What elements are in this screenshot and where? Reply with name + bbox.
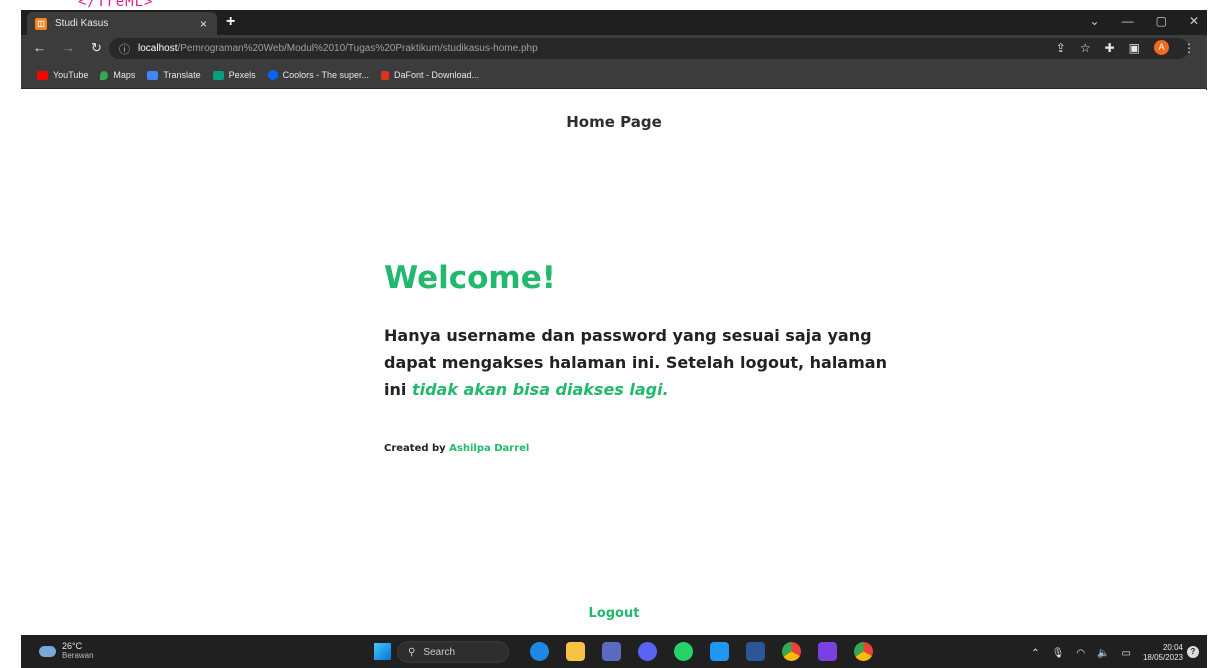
bookmark-youtube[interactable]: YouTube (37, 70, 88, 80)
bing-icon[interactable] (530, 642, 549, 661)
logout-link[interactable]: Logout (21, 606, 1207, 621)
search-icon: ⚲ (408, 646, 416, 658)
credit-author: Ashilpa Darrel (449, 443, 530, 454)
tab-bar: ◫ Studi Kasus × + ⌄ — ▢ ✕ (21, 10, 1207, 35)
reload-icon[interactable]: ↻ (91, 40, 102, 56)
credit-prefix: Created by (384, 443, 450, 454)
screen: </TreML> ◫ Studi Kasus × + ⌄ — ▢ ✕ ← → ↻ (0, 0, 1208, 668)
side-panel-icon[interactable]: ▣ (1129, 41, 1140, 55)
tab-studi-kasus[interactable]: ◫ Studi Kasus × (27, 12, 217, 35)
search-label: Search (423, 646, 456, 658)
bookmarks-bar: YouTube Maps Translate Pexels Coolors - … (21, 62, 1207, 89)
jetbrains-icon[interactable] (818, 642, 837, 661)
file-explorer-icon[interactable] (566, 642, 585, 661)
bookmark-translate[interactable]: Translate (147, 70, 201, 80)
notification-icon[interactable]: ? (1187, 646, 1199, 658)
taskbar-search[interactable]: ⚲ Search (397, 641, 509, 663)
discord-icon[interactable] (638, 642, 657, 661)
back-icon[interactable]: ← (33, 40, 46, 56)
bookmark-label: Pexels (228, 70, 256, 80)
translate-icon (147, 70, 159, 80)
clock-date: 18/05/2023 (1142, 653, 1183, 662)
weather-text: 26°C Berawan (62, 641, 94, 661)
temperature: 26°C (62, 641, 83, 651)
system-tray: ⌃ 🎙 ◠ 🔈 ▭ 20:04 18/05/2023 (1031, 643, 1183, 663)
url-path: /Pemrograman%20Web/Modul%2010/Tugas%20Pr… (177, 43, 538, 54)
toolbar: ← → ↻ ⓘ localhost /Pemrograman%20Web/Mod… (21, 35, 1207, 62)
url-host: localhost (138, 43, 178, 54)
maps-icon (100, 70, 109, 80)
minimize-icon[interactable]: — (1122, 14, 1134, 28)
page-content: Home Page Welcome! Hanya username dan pa… (21, 90, 1207, 635)
description-paragraph: Hanya username dan password yang sesuai … (384, 322, 904, 403)
battery-icon[interactable]: ▭ (1122, 648, 1131, 659)
chevron-up-icon[interactable]: ⌃ (1031, 648, 1039, 659)
tab-title: Studi Kasus (55, 18, 109, 29)
word-icon[interactable] (746, 642, 765, 661)
vscode-icon[interactable] (710, 642, 729, 661)
share-icon[interactable]: ⇪ (1056, 41, 1066, 55)
bookmark-label: Maps (113, 70, 136, 80)
new-tab-button[interactable]: + (226, 13, 235, 31)
bookmark-label: Coolors - The super... (282, 70, 369, 80)
extensions-icon[interactable]: ✚ (1105, 41, 1115, 55)
tab-close-icon[interactable]: × (200, 17, 207, 31)
tab-search-icon[interactable]: ⌄ (1090, 14, 1100, 28)
bookmark-maps[interactable]: Maps (100, 70, 135, 80)
weather-widget[interactable]: 26°C Berawan (39, 641, 94, 661)
page-title: Home Page (566, 113, 662, 131)
dafont-icon (380, 70, 389, 80)
bookmark-star-icon[interactable]: ☆ (1080, 41, 1091, 55)
bookmark-label: Translate (163, 70, 201, 80)
close-window-icon[interactable]: ✕ (1189, 14, 1199, 28)
pexels-icon (212, 70, 224, 80)
site-info-icon[interactable]: ⓘ (119, 41, 130, 57)
microphone-icon[interactable]: 🎙 (1052, 648, 1065, 659)
profile-avatar[interactable]: A (1154, 40, 1169, 55)
cloud-icon (39, 645, 56, 657)
address-bar[interactable]: ⓘ localhost /Pemrograman%20Web/Modul%201… (109, 38, 1189, 59)
forward-icon[interactable]: → (62, 40, 75, 56)
description-emphasis: tidak akan bisa diakses lagi. (411, 380, 669, 399)
welcome-heading: Welcome! (384, 260, 556, 296)
site-favicon-icon: ◫ (35, 17, 47, 30)
app-icon[interactable] (602, 642, 621, 661)
chrome-icon[interactable] (782, 642, 801, 661)
browser-window: ◫ Studi Kasus × + ⌄ — ▢ ✕ ← → ↻ ⓘ localh… (21, 10, 1207, 668)
bookmark-coolors[interactable]: Coolors - The super... (267, 70, 369, 80)
nav-buttons: ← → ↻ (33, 40, 102, 56)
toolbar-actions: ⇪ ☆ ✚ ▣ A ⋮ (1056, 40, 1195, 55)
code-fragment: </TreML> (78, 0, 154, 10)
clock-time: 20:04 (1162, 643, 1183, 652)
menu-icon[interactable]: ⋮ (1183, 41, 1195, 55)
window-controls: ⌄ — ▢ ✕ (1090, 14, 1199, 28)
start-button-icon[interactable] (374, 643, 391, 660)
chrome-profile-icon[interactable] (854, 642, 873, 661)
youtube-icon (37, 70, 48, 80)
clock[interactable]: 20:04 18/05/2023 (1143, 643, 1183, 663)
volume-icon[interactable]: 🔈 (1097, 648, 1109, 659)
bookmark-pexels[interactable]: Pexels (212, 70, 256, 80)
editor-fragment-strip: </TreML> (0, 0, 1208, 10)
whatsapp-icon[interactable] (674, 642, 693, 661)
bookmark-label: YouTube (53, 70, 89, 80)
weather-condition: Berawan (62, 651, 94, 660)
bookmark-label: DaFont - Download... (393, 70, 480, 80)
taskbar: 26°C Berawan ⚲ Search ⌃ 🎙 ◠ 🔈 ▭ 20:04 18… (21, 635, 1207, 668)
bookmark-dafont[interactable]: DaFont - Download... (380, 70, 480, 80)
credit-line: Created by Ashilpa Darrel (384, 443, 529, 454)
taskbar-apps (530, 642, 873, 661)
wifi-icon[interactable]: ◠ (1076, 648, 1085, 659)
coolors-icon (267, 70, 278, 80)
maximize-icon[interactable]: ▢ (1156, 14, 1167, 28)
